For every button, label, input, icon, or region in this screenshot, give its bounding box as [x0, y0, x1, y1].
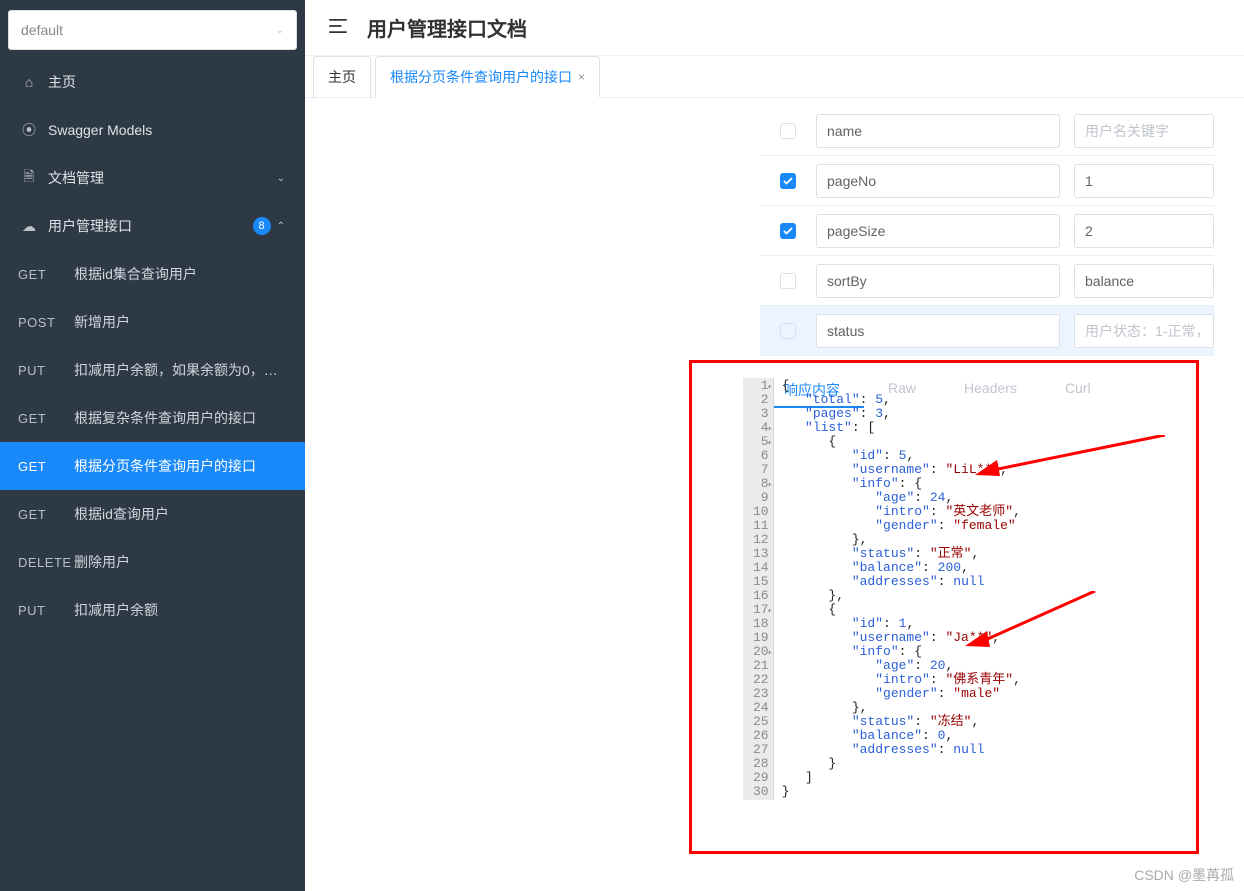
watermark: CSDN @墨苒孤: [1134, 865, 1234, 885]
close-icon[interactable]: ×: [578, 70, 585, 84]
response-json: 1234567891011121314151617181920212223242…: [743, 378, 1029, 800]
api-method: PUT: [18, 603, 74, 618]
api-method: GET: [18, 459, 74, 474]
api-name: 新增用户: [74, 312, 287, 332]
api-item-1[interactable]: POST新增用户: [0, 298, 305, 346]
api-item-0[interactable]: GET根据id集合查询用户: [0, 250, 305, 298]
api-method: GET: [18, 507, 74, 522]
sidebar-select[interactable]: default ⌄: [8, 10, 297, 50]
nav-swagger-label: Swagger Models: [48, 122, 285, 138]
models-icon: ⦿: [20, 120, 38, 140]
param-checkbox[interactable]: [780, 223, 796, 239]
document-icon: 🗎: [20, 166, 38, 190]
api-method: DELETE: [18, 555, 74, 570]
api-name: 根据id查询用户: [74, 504, 287, 524]
param-value-input[interactable]: [1074, 314, 1214, 348]
tab-main-label: 主页: [328, 67, 356, 87]
api-method: POST: [18, 315, 74, 330]
sidebar: default ⌄ ⌂ 主页 ⦿ Swagger Models 🗎 文档管理 ⌄…: [0, 0, 305, 891]
chevron-up-icon: ⌃: [277, 221, 285, 232]
nav-user-api[interactable]: ☁ 用户管理接口 8 ⌃: [0, 202, 305, 250]
param-name-input[interactable]: [816, 164, 1060, 198]
chevron-down-icon: ⌄: [277, 173, 285, 184]
home-icon: ⌂: [20, 74, 38, 90]
main-panel: 用户管理接口文档 主页 根据分页条件查询用户的接口 ×: [305, 0, 1244, 891]
tab-main[interactable]: 主页: [313, 56, 371, 98]
nav-home-label: 主页: [48, 72, 285, 92]
param-name-input[interactable]: [816, 114, 1060, 148]
api-method: GET: [18, 411, 74, 426]
param-checkbox[interactable]: [780, 323, 796, 339]
page-title: 用户管理接口文档: [367, 13, 527, 42]
params-table: [760, 106, 1214, 356]
param-name-input[interactable]: [816, 214, 1060, 248]
api-item-2[interactable]: PUT扣减用户余额，如果余额为0，状态...: [0, 346, 305, 394]
param-row-name: [760, 106, 1214, 156]
tab-active-label: 根据分页条件查询用户的接口: [390, 67, 572, 87]
api-item-6[interactable]: DELETE删除用户: [0, 538, 305, 586]
api-count-badge: 8: [253, 217, 271, 235]
param-value-input[interactable]: [1074, 214, 1214, 248]
param-row-pageSize: [760, 206, 1214, 256]
nav-swagger-models[interactable]: ⦿ Swagger Models: [0, 106, 305, 154]
api-item-4[interactable]: GET根据分页条件查询用户的接口: [0, 442, 305, 490]
api-item-7[interactable]: PUT扣减用户余额: [0, 586, 305, 634]
nav-doc-label: 文档管理: [48, 168, 277, 188]
tab-query-page[interactable]: 根据分页条件查询用户的接口 ×: [375, 56, 600, 98]
nav-user-api-label: 用户管理接口: [48, 216, 253, 236]
api-method: PUT: [18, 363, 74, 378]
param-row-status: [760, 306, 1214, 356]
param-row-pageNo: [760, 156, 1214, 206]
api-item-5[interactable]: GET根据id查询用户: [0, 490, 305, 538]
param-value-input[interactable]: [1074, 264, 1214, 298]
api-name: 删除用户: [74, 552, 287, 572]
api-method: GET: [18, 267, 74, 282]
api-icon: ☁: [20, 218, 38, 235]
param-value-input[interactable]: [1074, 164, 1214, 198]
api-name: 根据复杂条件查询用户的接口: [74, 408, 287, 428]
param-checkbox[interactable]: [780, 173, 796, 189]
param-checkbox[interactable]: [780, 273, 796, 289]
api-name: 扣减用户余额，如果余额为0，状态...: [74, 360, 287, 380]
sidebar-select-value: default: [21, 22, 63, 38]
nav-doc-mgmt[interactable]: 🗎 文档管理 ⌄: [0, 154, 305, 202]
nav-home[interactable]: ⌂ 主页: [0, 58, 305, 106]
param-name-input[interactable]: [816, 314, 1060, 348]
api-name: 扣减用户余额: [74, 600, 287, 620]
topbar: 用户管理接口文档: [305, 0, 1244, 56]
param-value-input[interactable]: [1074, 114, 1214, 148]
api-name: 根据id集合查询用户: [74, 264, 287, 284]
api-name: 根据分页条件查询用户的接口: [74, 456, 287, 476]
menu-collapse-icon[interactable]: [329, 19, 347, 36]
api-item-3[interactable]: GET根据复杂条件查询用户的接口: [0, 394, 305, 442]
tabs: 主页 根据分页条件查询用户的接口 ×: [305, 56, 1244, 98]
param-checkbox[interactable]: [780, 123, 796, 139]
param-row-sortBy: [760, 256, 1214, 306]
chevron-down-icon: ⌄: [276, 25, 284, 36]
param-name-input[interactable]: [816, 264, 1060, 298]
